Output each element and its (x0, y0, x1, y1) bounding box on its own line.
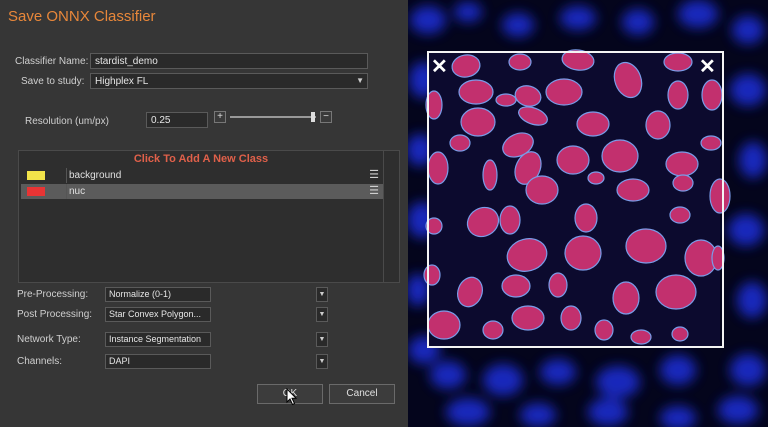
class-name: nuc (69, 186, 86, 197)
resolution-label: Resolution (um/px) (25, 116, 109, 127)
chevron-down-icon[interactable]: ▼ (316, 332, 328, 347)
post-processing-value: Star Convex Polygon... (105, 307, 211, 322)
class-name: background (69, 170, 122, 181)
selection-box[interactable] (427, 51, 724, 348)
class-color-swatch[interactable] (27, 187, 45, 196)
pre-processing-label: Pre-Processing: (17, 289, 89, 300)
save-to-study-select[interactable]: Highplex FL ▼ (90, 73, 368, 89)
column-divider (66, 168, 67, 183)
save-onnx-dialog: Save ONNX Classifier Classifier Name: st… (0, 0, 408, 427)
class-row-nuc[interactable]: nuc ☰ (21, 184, 383, 199)
cancel-button[interactable]: Cancel (329, 384, 395, 404)
class-list-scrollbar[interactable] (383, 151, 384, 282)
post-processing-label: Post Processing: (17, 309, 93, 320)
class-color-swatch[interactable] (27, 171, 45, 180)
classifier-name-input[interactable]: stardist_demo (90, 53, 368, 69)
pre-processing-value: Normalize (0-1) (105, 287, 211, 302)
resolution-slider-handle[interactable] (311, 112, 315, 122)
close-icon[interactable]: ✕ (699, 57, 716, 77)
resolution-input[interactable]: 0.25 (146, 112, 208, 128)
classifier-name-label: Classifier Name: (15, 56, 89, 67)
save-to-study-value: Highplex FL (95, 76, 149, 87)
class-row-background[interactable]: background ☰ (21, 168, 383, 183)
chevron-down-icon[interactable]: ▼ (316, 287, 328, 302)
dialog-title: Save ONNX Classifier (8, 8, 156, 25)
save-to-study-label: Save to study: (21, 76, 85, 87)
chevron-down-icon[interactable]: ▼ (316, 354, 328, 369)
network-type-label: Network Type: (17, 334, 81, 345)
drag-handle-icon[interactable]: ☰ (369, 168, 379, 181)
resolution-decrease-button[interactable]: − (320, 111, 332, 123)
mouse-cursor-icon (286, 388, 298, 406)
channels-label: Channels: (17, 356, 63, 367)
add-class-header[interactable]: Click To Add A New Class (19, 153, 383, 165)
resolution-increase-button[interactable]: + (214, 111, 226, 123)
network-type-value: Instance Segmentation (105, 332, 211, 347)
resolution-slider[interactable] (230, 116, 316, 118)
close-icon[interactable]: ✕ (431, 57, 448, 77)
column-divider (66, 184, 67, 199)
chevron-down-icon: ▼ (356, 76, 364, 85)
class-list-panel: Click To Add A New Class background ☰ nu… (18, 150, 400, 283)
channels-value: DAPI (105, 354, 211, 369)
drag-handle-icon[interactable]: ☰ (369, 184, 379, 197)
chevron-down-icon[interactable]: ▼ (316, 307, 328, 322)
